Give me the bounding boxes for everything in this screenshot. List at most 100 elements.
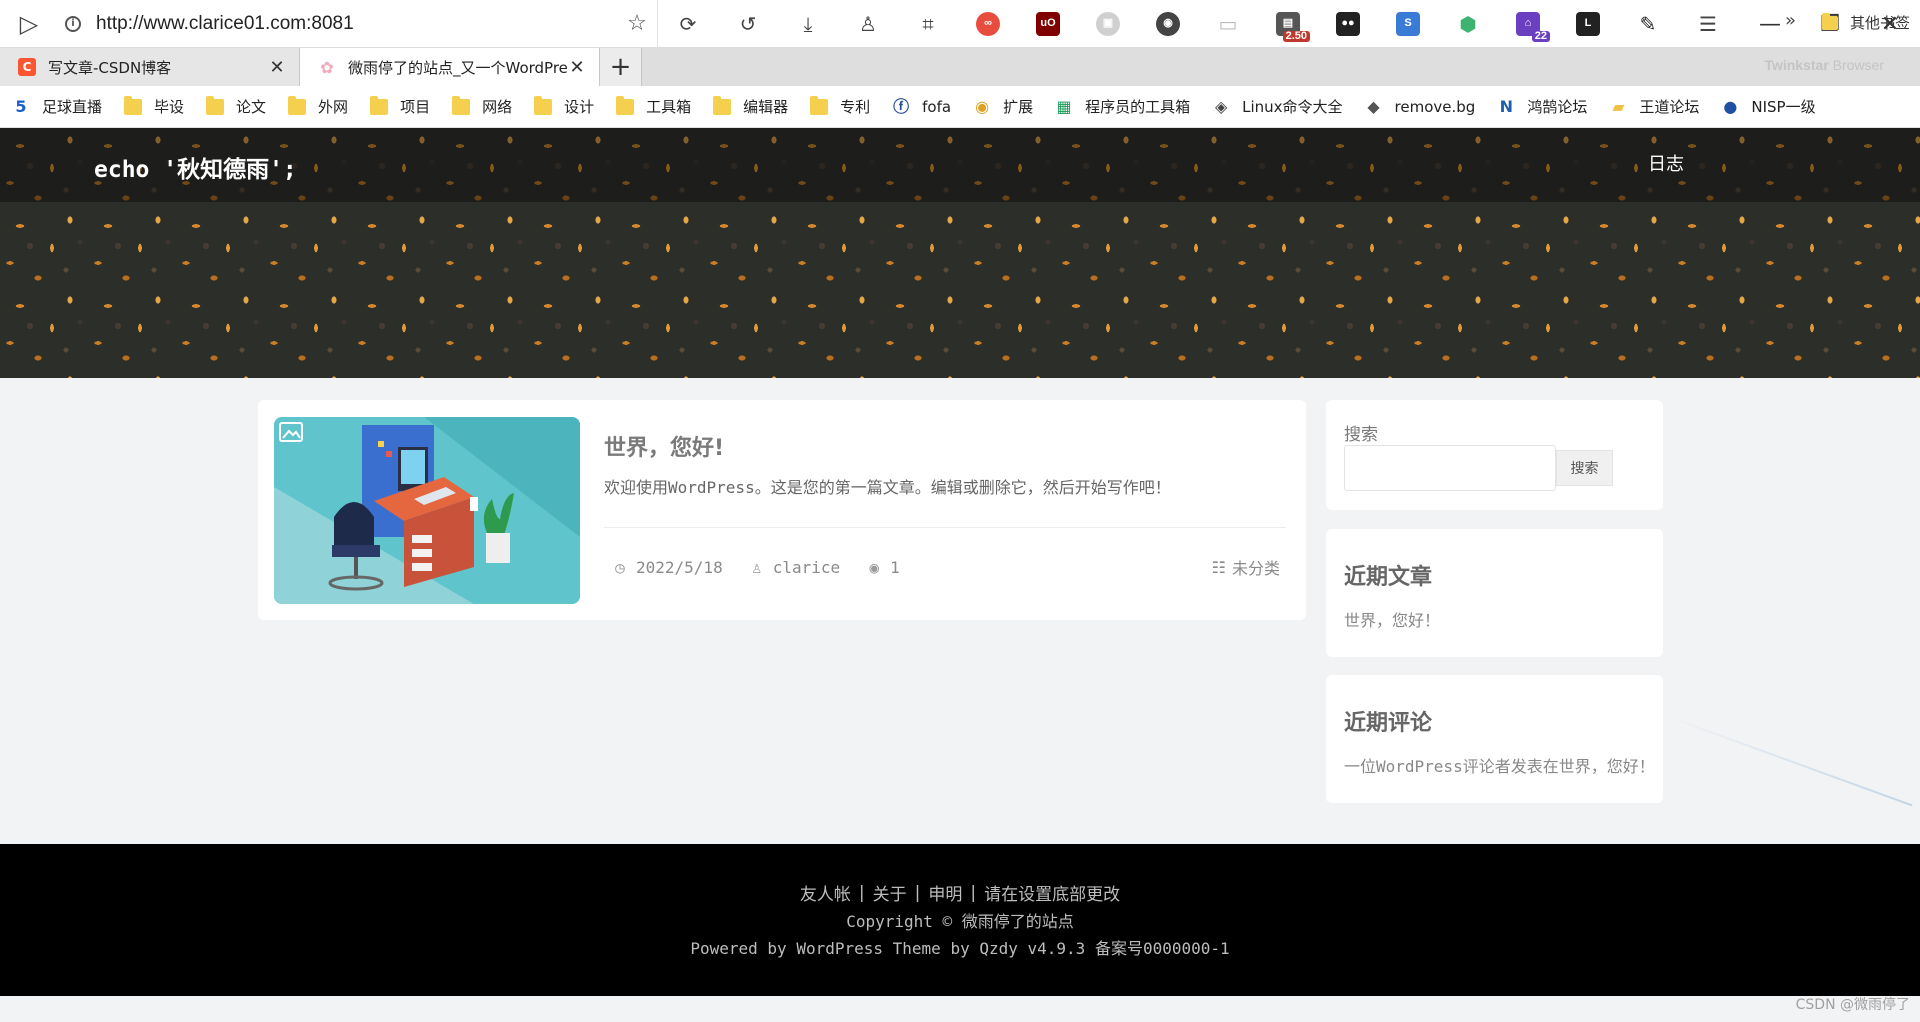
blossom-icon: ✿ <box>320 57 334 77</box>
folder-icon <box>1821 12 1838 30</box>
bookmark-item[interactable]: 外网 <box>288 95 349 117</box>
user-icon[interactable]: ♙ <box>838 0 898 48</box>
reload-icon[interactable]: ⟳ <box>658 0 718 48</box>
post-author[interactable]: ♙ clarice <box>747 558 840 577</box>
bookmark-item[interactable]: 项目 <box>370 95 431 117</box>
recent-comment-link[interactable]: 一位WordPress评论者发表在世界，您好！ <box>1344 753 1644 777</box>
user-icon: ♙ <box>751 557 762 577</box>
double-chevron-right-icon[interactable]: » <box>1785 10 1796 31</box>
toolbox-icon: ▦ <box>1056 96 1072 116</box>
removebg-icon: ◆ <box>1367 96 1380 116</box>
play-icon[interactable]: ▷ <box>0 0 58 48</box>
infinity-extension-icon[interactable]: ∞ <box>958 0 1018 48</box>
folder-icon <box>452 95 471 115</box>
bookmark-item[interactable]: ▰ 王道论坛 <box>1609 96 1699 117</box>
search-input[interactable] <box>1344 445 1556 491</box>
bookmark-label: 足球直播 <box>42 98 103 116</box>
site-title[interactable]: echo '秋知德雨'; <box>94 150 297 184</box>
recent-posts-widget: 近期文章 世界，您好！ <box>1326 529 1663 657</box>
bookmark-item[interactable]: 工具箱 <box>616 95 692 117</box>
counter-extension-icon[interactable]: ▤ 2.50 <box>1258 0 1318 48</box>
tab-wordpress-site[interactable]: ✿ 微雨停了的站点_又一个WordPress站点 ✕ <box>300 48 600 86</box>
record-extension-icon[interactable]: ◉ <box>1138 0 1198 48</box>
new-tab-button[interactable]: + <box>600 48 642 86</box>
folder-icon <box>534 95 553 115</box>
bookmark-item[interactable]: ◆ remove.bg <box>1365 96 1475 116</box>
notification-extension-icon[interactable]: ⌂ 22 <box>1498 0 1558 48</box>
bookmark-item[interactable]: ● NISP一级 <box>1721 96 1815 117</box>
bookmark-item[interactable]: ▦ 程序员的工具箱 <box>1055 96 1191 117</box>
post-title[interactable]: 世界，您好! <box>604 430 724 462</box>
bookmark-item[interactable]: 网络 <box>452 95 512 117</box>
post-date: ◷ 2022/5/18 <box>610 558 723 577</box>
pen-extension-icon[interactable]: ✎ <box>1618 0 1678 48</box>
bookmark-label: 外网 <box>318 98 349 116</box>
desk-illustration <box>274 417 580 604</box>
browser-toolbar: ▷ i http://www.clarice01.com:8081 ☆ ⟳ ↺ … <box>0 0 1920 48</box>
site-footer: 友人帐 | 关于 | 申明 | 请在设置底部更改 Copyright © 微雨停… <box>0 844 1920 996</box>
browser-brand: Twinkstar Browser <box>1764 57 1884 73</box>
close-tab-icon[interactable]: ✕ <box>567 57 587 78</box>
footer-links: 友人帐 | 关于 | 申明 | 请在设置底部更改 <box>0 880 1920 906</box>
bookmark-item[interactable]: N 鸿鹄论坛 <box>1497 96 1588 117</box>
post-views: ◉ 1 <box>864 557 899 577</box>
site-info-icon[interactable]: i <box>58 9 88 39</box>
search-label: 搜索 <box>1344 425 1378 445</box>
post-thumbnail[interactable] <box>274 417 580 604</box>
folder-icon <box>206 95 225 115</box>
tab-csdn[interactable]: C 写文章-CSDN博客 ✕ <box>0 48 300 86</box>
bookmarks-bar: 5 足球直播 毕设 论文 外网 项目 网络 设计 工具箱 编辑器 专利 ⓕ fofa ◉ 扩展 ▦ 程序员的工具… <box>0 86 1920 128</box>
bookmark-item[interactable]: ◉ 扩展 <box>973 96 1033 117</box>
nav-log-link[interactable]: 日志 <box>1648 150 1684 176</box>
bookmark-label: 工具箱 <box>646 98 692 116</box>
address-bar[interactable]: i http://www.clarice01.com:8081 ☆ <box>58 0 658 48</box>
bookmark-item[interactable]: 编辑器 <box>713 95 789 117</box>
undo-icon[interactable]: ↺ <box>718 0 778 48</box>
bookmark-label: 扩展 <box>1003 98 1034 116</box>
lowlight-extension-icon[interactable]: L <box>1558 0 1618 48</box>
search-button[interactable]: 搜索 <box>1556 450 1613 486</box>
ublock-icon[interactable]: uO <box>1018 0 1078 48</box>
folder-icon <box>713 95 732 115</box>
post-category[interactable]: ☷ 未分类 <box>1212 555 1280 579</box>
crop-icon[interactable]: ⌗ <box>898 0 958 48</box>
url-text[interactable]: http://www.clarice01.com:8081 <box>96 13 617 35</box>
star-icon[interactable]: ☆ <box>617 11 657 36</box>
bookmark-label: 王道论坛 <box>1639 98 1700 116</box>
menu-icon[interactable]: ☰ <box>1678 0 1738 48</box>
bookmark-item[interactable]: 专利 <box>810 95 871 117</box>
image-extension-icon[interactable]: ▣ <box>1078 0 1138 48</box>
chrome-icon: ◉ <box>975 96 990 116</box>
footer-link-statement[interactable]: 申明 <box>920 880 970 905</box>
footer-link-about[interactable]: 关于 <box>865 880 915 905</box>
counter-badge: 2.50 <box>1282 30 1310 42</box>
fofa-icon: ⓕ <box>893 96 910 116</box>
tampermonkey-icon[interactable]: ●● <box>1318 0 1378 48</box>
bookmark-item[interactable]: 5 足球直播 <box>12 96 102 117</box>
download-icon[interactable]: ⤓ <box>778 0 838 48</box>
post-card: 世界，您好! 欢迎使用WordPress。这是您的第一篇文章。编辑或删除它，然后… <box>258 400 1306 620</box>
bookmark-label: 编辑器 <box>743 98 789 116</box>
other-bookmarks[interactable]: 其他书签 <box>1821 12 1910 33</box>
clock-icon: ◷ <box>615 557 625 577</box>
post-divider <box>604 527 1286 528</box>
screen-extension-icon[interactable]: ▭ <box>1198 0 1258 48</box>
bookmark-item[interactable]: 毕设 <box>124 95 184 117</box>
recent-post-link[interactable]: 世界，您好！ <box>1344 607 1644 631</box>
footer-link-settings[interactable]: 请在设置底部更改 <box>976 880 1128 905</box>
bookmark-item[interactable]: 设计 <box>534 95 594 117</box>
bookmark-item[interactable]: ◈ Linux命令大全 <box>1212 96 1343 117</box>
stylus-icon[interactable]: S <box>1378 0 1438 48</box>
folder-icon <box>124 95 143 115</box>
close-tab-icon[interactable]: ✕ <box>267 57 287 78</box>
bookmark-label: 项目 <box>400 98 431 116</box>
shield-extension-icon[interactable]: ⬢ <box>1438 0 1498 48</box>
eye-icon: ◉ <box>869 557 879 577</box>
footer-link-friends[interactable]: 友人帐 <box>792 880 859 905</box>
bookmark-label: 专利 <box>840 98 871 116</box>
bookmark-item[interactable]: ⓕ fofa <box>892 98 951 116</box>
recent-comments-widget: 近期评论 一位WordPress评论者发表在世界，您好！ <box>1326 675 1663 803</box>
bookmark-item[interactable]: 论文 <box>206 95 266 117</box>
post-meta: ◷ 2022/5/18 ♙ clarice ◉ 1 ☷ 未分类 <box>610 555 1280 579</box>
bookmark-label: fofa <box>922 97 952 116</box>
